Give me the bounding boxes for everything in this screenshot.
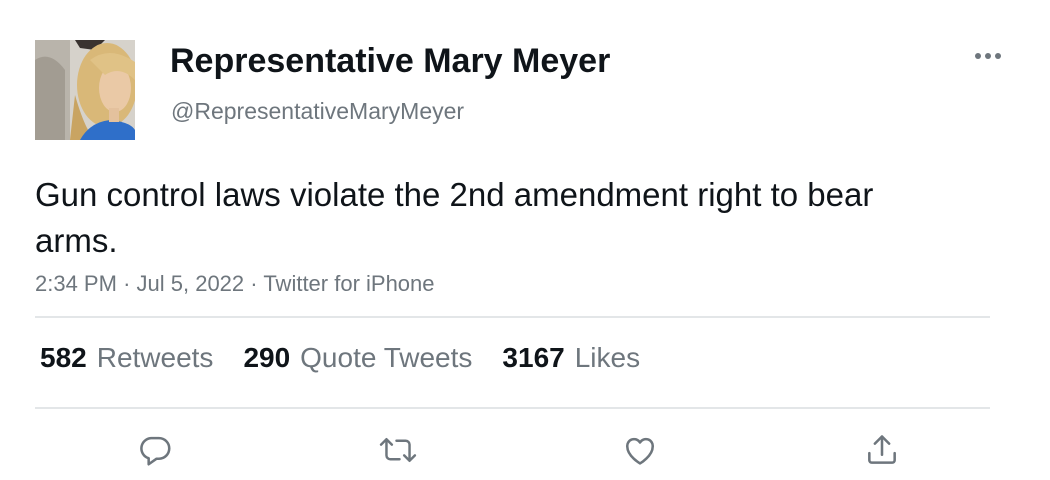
likes-label: Likes [574, 342, 641, 373]
quote-tweets-stat[interactable]: 290 Quote Tweets [243, 342, 472, 374]
tweet-text: Gun control laws violate the 2nd amendme… [35, 176, 874, 259]
divider [35, 316, 990, 318]
tweet-stats: 582 Retweets 290 Quote Tweets 3167 Likes [40, 342, 670, 374]
retweets-label: Retweets [96, 342, 214, 373]
tweet-meta: 2:34 PM · Jul 5, 2022 · Twitter for iPho… [35, 271, 435, 297]
likes-stat[interactable]: 3167 Likes [502, 342, 640, 374]
handle[interactable]: @RepresentativeMaryMeyer [171, 98, 464, 125]
retweet-icon[interactable] [376, 428, 420, 472]
likes-count: 3167 [502, 342, 565, 373]
retweets-stat[interactable]: 582 Retweets [40, 342, 213, 374]
retweets-count: 582 [40, 342, 87, 373]
tweet-date[interactable]: Jul 5, 2022 [137, 271, 245, 296]
quote-tweets-label: Quote Tweets [300, 342, 473, 373]
avatar-image [35, 40, 135, 140]
meta-separator: · [123, 271, 137, 296]
meta-separator: · [250, 271, 264, 296]
like-icon[interactable] [618, 428, 662, 472]
reply-icon[interactable] [133, 428, 177, 472]
avatar[interactable] [35, 40, 135, 140]
divider [35, 407, 990, 409]
share-icon[interactable] [860, 428, 904, 472]
tweet-time[interactable]: 2:34 PM [35, 271, 117, 296]
display-name[interactable]: Representative Mary Meyer [170, 42, 610, 81]
tweet-source[interactable]: Twitter for iPhone [263, 271, 434, 296]
quote-tweets-count: 290 [243, 342, 291, 373]
more-options-icon[interactable] [970, 44, 1006, 68]
